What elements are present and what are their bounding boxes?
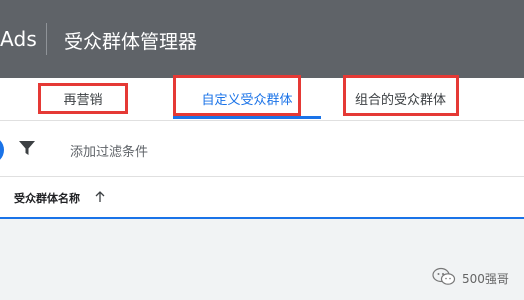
highlight-box-remarketing [38, 83, 128, 114]
add-button[interactable] [0, 136, 4, 164]
table-body [0, 219, 524, 300]
wechat-icon [432, 267, 456, 285]
table-top-divider [0, 176, 524, 177]
filter-icon[interactable] [18, 139, 36, 157]
column-header-audience-name[interactable]: 受众群体名称 [14, 190, 80, 206]
active-tab-indicator [173, 116, 321, 119]
highlight-box-combined-audiences [343, 75, 459, 116]
arrow-up-icon[interactable] [94, 191, 106, 203]
watermark-text: 500强哥 [462, 272, 509, 286]
app-bar: Ads 受众群体管理器 [0, 0, 524, 78]
brand-logo-text[interactable]: Ads [0, 27, 37, 51]
toolbar-divider [0, 120, 524, 121]
add-filter-link[interactable]: 添加过滤条件 [70, 141, 148, 160]
page-title: 受众群体管理器 [64, 31, 198, 53]
app-bar-divider [46, 23, 47, 55]
app-root: Ads 受众群体管理器 再营销 自定义受众群体 组合的受众群体 添加过滤条件 受… [0, 0, 524, 300]
highlight-box-custom-audiences [173, 75, 301, 116]
